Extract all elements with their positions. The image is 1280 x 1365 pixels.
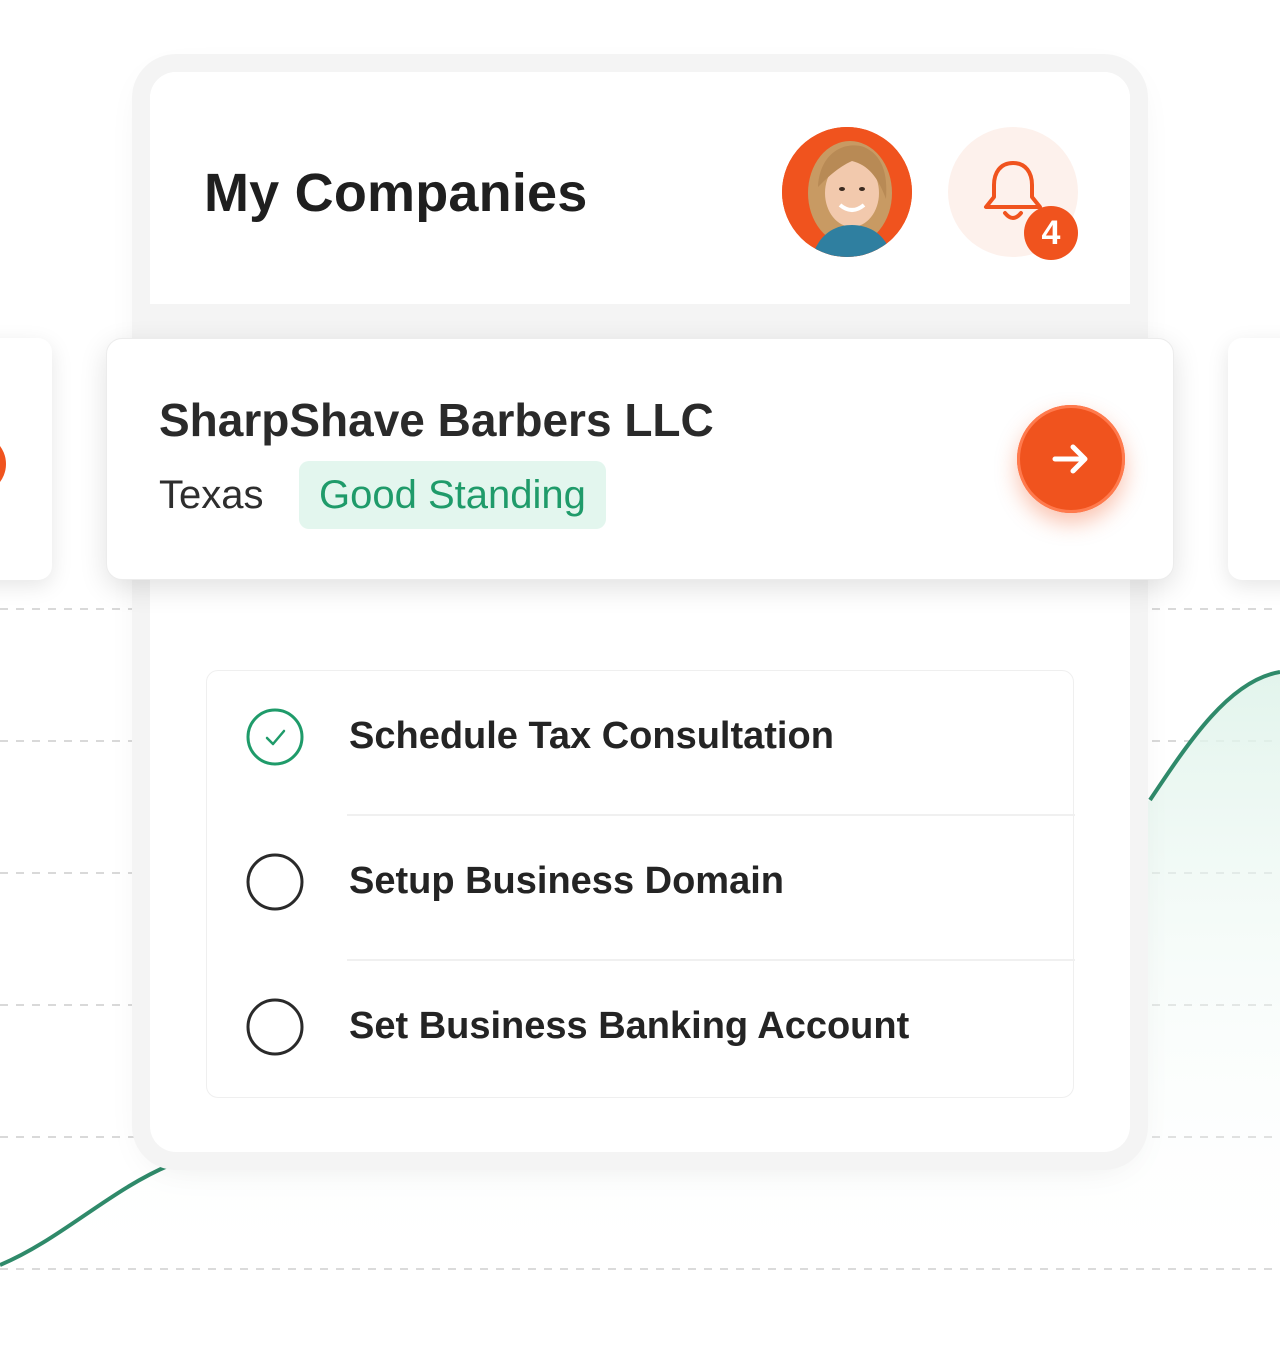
company-name: SharpShave Barbers LLC: [159, 394, 714, 446]
task-item-set-business-banking-account[interactable]: Set Business Banking Account: [207, 961, 1075, 1106]
companies-panel: My Companies 4 Schedule Tax Consultation…: [150, 72, 1130, 1152]
stage: My Companies 4 Schedule Tax Consultation…: [0, 0, 1280, 1365]
panel-header: My Companies 4: [150, 72, 1130, 304]
empty-circle-icon[interactable]: [245, 852, 305, 912]
status-badge: Good Standing: [299, 461, 606, 529]
task-checklist: Schedule Tax Consultation Setup Business…: [206, 670, 1075, 1098]
header-divider: [150, 304, 1130, 340]
previous-company-card[interactable]: [0, 338, 52, 580]
task-item-schedule-tax-consultation[interactable]: Schedule Tax Consultation: [207, 671, 1075, 816]
open-company-button[interactable]: [1017, 405, 1125, 513]
next-company-card[interactable]: [1228, 338, 1280, 580]
company-state: Texas: [159, 473, 264, 517]
task-label: Set Business Banking Account: [349, 1005, 910, 1047]
avatar[interactable]: [782, 127, 912, 257]
empty-circle-icon[interactable]: [245, 997, 305, 1057]
previous-card-button[interactable]: [0, 434, 6, 494]
user-photo: [782, 127, 912, 257]
task-item-setup-business-domain[interactable]: Setup Business Domain: [207, 816, 1075, 961]
company-card[interactable]: SharpShave Barbers LLC Texas Good Standi…: [106, 338, 1174, 580]
page-title: My Companies: [204, 163, 588, 223]
notification-count-badge: 4: [1024, 206, 1078, 260]
task-label: Schedule Tax Consultation: [349, 715, 834, 757]
task-label: Setup Business Domain: [349, 860, 784, 902]
check-circle-icon[interactable]: [245, 707, 305, 767]
arrow-right-icon: [1052, 444, 1088, 474]
